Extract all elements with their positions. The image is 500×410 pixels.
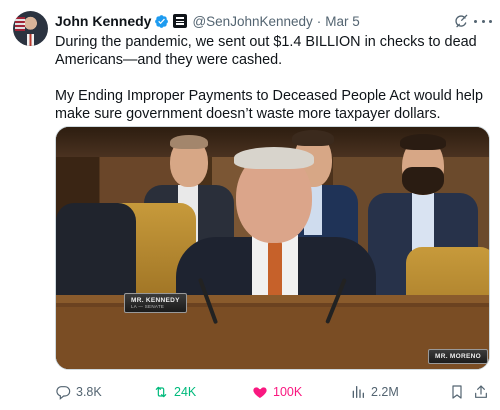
staffer-left-hair bbox=[170, 135, 208, 149]
repost-button[interactable]: 24K bbox=[153, 383, 196, 401]
tweet[interactable]: John Kennedy @SenJohnKennedy · Mar 5 Dur… bbox=[0, 0, 500, 410]
nameplate-kennedy-label: MR. KENNEDY bbox=[131, 297, 180, 304]
like-count: 100K bbox=[273, 385, 303, 399]
avatar-shirt bbox=[22, 34, 39, 46]
share-button[interactable] bbox=[473, 383, 494, 401]
dais-desk bbox=[56, 295, 489, 369]
government-badge-icon[interactable] bbox=[173, 14, 188, 28]
staffer-right-beard bbox=[402, 167, 444, 195]
action-bar: 3.8K 24K 100K 2.2M bbox=[55, 383, 490, 401]
view-count: 2.2M bbox=[371, 385, 399, 399]
more-dot bbox=[489, 19, 492, 23]
staffer-middle-hair bbox=[292, 130, 334, 146]
avatar-flag bbox=[15, 17, 25, 31]
verified-badge-icon[interactable] bbox=[154, 14, 169, 29]
media-video[interactable]: MR. KENNEDY LA — SENATE MR. MORENO bbox=[55, 126, 490, 370]
tweet-header: John Kennedy @SenJohnKennedy · Mar 5 bbox=[55, 12, 360, 30]
reply-count: 3.8K bbox=[76, 385, 102, 399]
nameplate-moreno-label: MR. MORENO bbox=[435, 353, 481, 360]
grok-icon[interactable] bbox=[453, 13, 469, 29]
like-icon bbox=[253, 387, 267, 398]
reply-icon bbox=[56, 386, 71, 400]
tweet-text: During the pandemic, we sent out $1.4 BI… bbox=[55, 33, 485, 123]
author-handle[interactable]: @SenJohnKennedy bbox=[192, 14, 312, 29]
repost-icon bbox=[155, 386, 167, 398]
views-button[interactable]: 2.2M bbox=[350, 383, 399, 401]
nameplate-kennedy: MR. KENNEDY LA — SENATE bbox=[124, 293, 187, 313]
avatar[interactable] bbox=[13, 11, 48, 46]
post-date[interactable]: Mar 5 bbox=[325, 14, 360, 29]
staffer-right-hair bbox=[400, 134, 446, 150]
nameplate-moreno: MR. MORENO bbox=[428, 349, 488, 364]
author-name[interactable]: John Kennedy bbox=[55, 13, 151, 29]
more-dot bbox=[481, 19, 485, 23]
more-dot bbox=[474, 19, 477, 23]
bookmark-button[interactable] bbox=[449, 383, 470, 401]
staffer-right-shirt bbox=[412, 193, 434, 253]
like-button[interactable]: 100K bbox=[252, 383, 302, 401]
share-icon bbox=[475, 385, 487, 398]
tweet-paragraph-1: During the pandemic, we sent out $1.4 BI… bbox=[55, 34, 477, 68]
reply-button[interactable]: 3.8K bbox=[55, 383, 102, 401]
speaker-hair bbox=[234, 147, 314, 169]
views-icon bbox=[352, 386, 364, 398]
header-separator: · bbox=[316, 13, 322, 29]
bookmark-icon bbox=[452, 385, 462, 399]
repost-count: 24K bbox=[174, 385, 197, 399]
tweet-paragraph-2: My Ending Improper Payments to Deceased … bbox=[55, 88, 483, 122]
nameplate-kennedy-sub: LA — SENATE bbox=[131, 304, 165, 309]
more-icon[interactable] bbox=[474, 13, 492, 29]
